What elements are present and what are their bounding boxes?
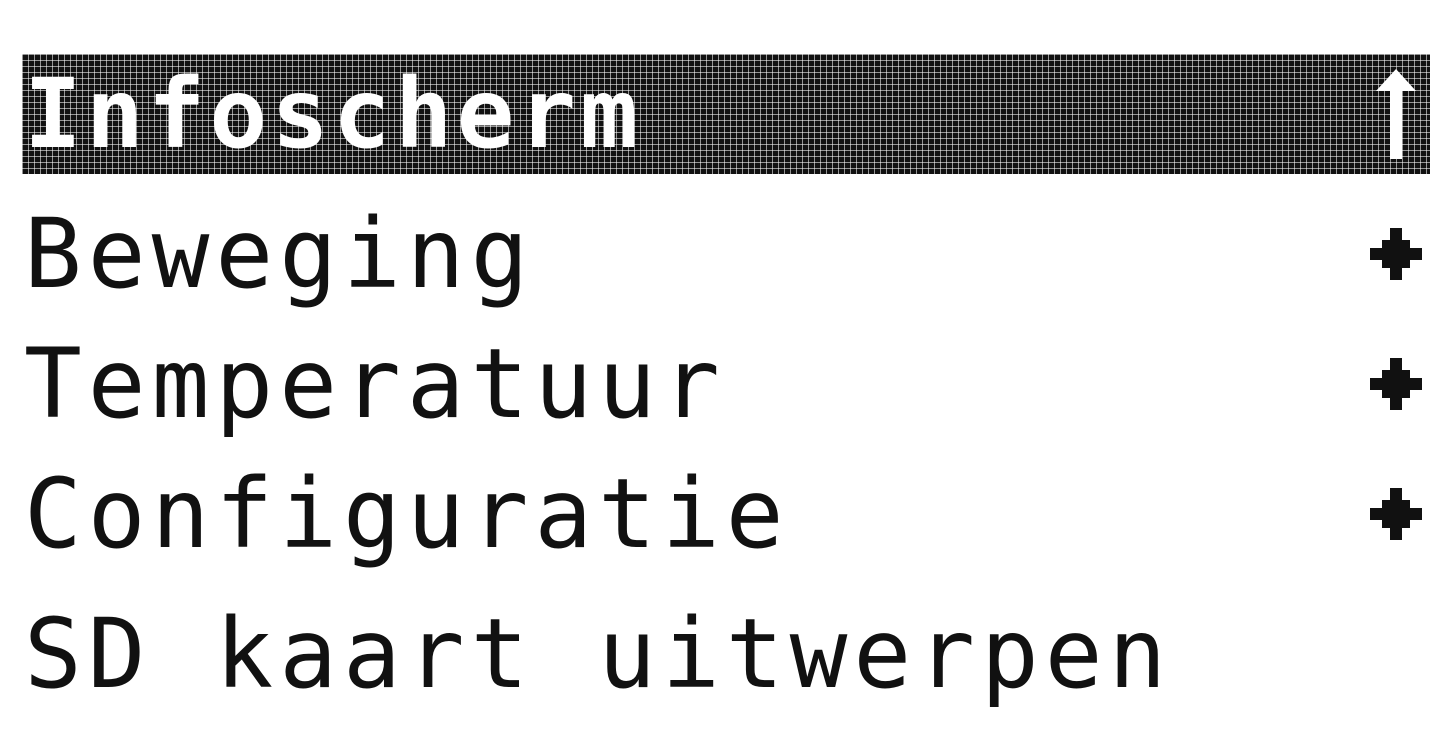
submenu-arrow-icon [1368,356,1424,412]
submenu-arrow-icon [1368,226,1424,282]
lcd-screen: Infoscherm Beweging Temperatuur Configur… [0,0,1452,748]
menu-item-configuratie[interactable]: Configuratie [22,460,1430,568]
menu-item-beweging[interactable]: Beweging [22,200,1430,308]
menu-item-label: Configuratie [24,458,790,570]
menu-item-label: Temperatuur [24,328,726,440]
menu-item-temperatuur[interactable]: Temperatuur [22,330,1430,438]
submenu-arrow-icon [1368,486,1424,542]
arrow-up-icon [1368,69,1424,159]
menu-item-label: SD kaart uitwerpen [24,598,1173,710]
menu-item-sd-kaart-uitwerpen[interactable]: SD kaart uitwerpen [22,600,1430,708]
menu-header-infoscherm[interactable]: Infoscherm [22,54,1430,174]
menu-item-label: Beweging [24,198,535,310]
menu-header-label: Infoscherm [24,58,642,170]
